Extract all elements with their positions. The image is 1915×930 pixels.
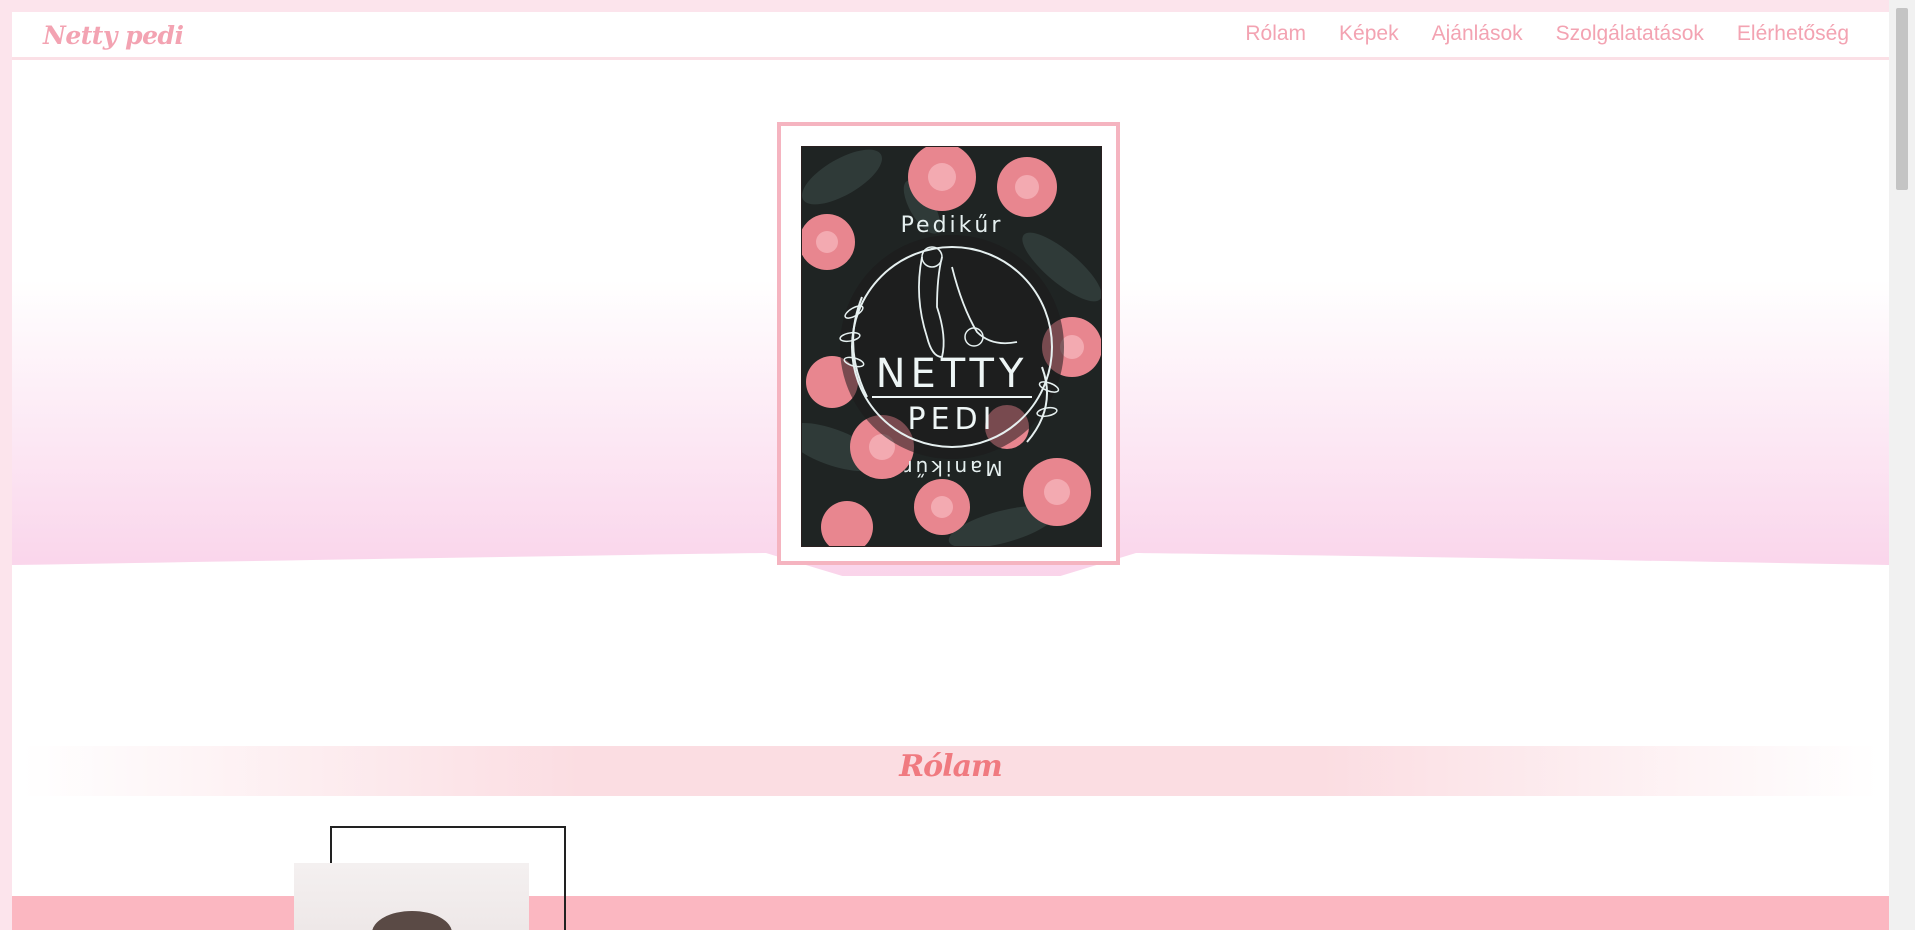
page: Netty pedi Rólam Képek Ajánlások Szolgál… — [12, 12, 1889, 930]
main-nav: Rólam Képek Ajánlások Szolgálatatások El… — [1245, 22, 1849, 46]
navbar: Netty pedi Rólam Képek Ajánlások Szolgál… — [12, 12, 1889, 60]
logo-name-sub: PEDI — [908, 402, 997, 437]
nav-link-ajanlasok[interactable]: Ajánlások — [1432, 22, 1523, 46]
logo-name-main: NETTY — [876, 351, 1029, 397]
hero-section: Pedikűr Manikűr NETTY PEDI — [12, 60, 1889, 576]
nav-link-elerhetoseg[interactable]: Elérhetőség — [1737, 22, 1849, 46]
scrollbar-thumb[interactable] — [1896, 8, 1908, 190]
page-scrollbar[interactable] — [1889, 0, 1915, 930]
logo-arc-bottom-text: Manikűr — [901, 456, 1002, 480]
nav-link-kepek[interactable]: Képek — [1339, 22, 1399, 46]
logo-frame: Pedikűr Manikűr NETTY PEDI — [777, 122, 1120, 565]
nav-link-szolgalatatasok[interactable]: Szolgálatatások — [1556, 22, 1704, 46]
brand-logo-link[interactable]: Netty pedi — [43, 21, 184, 50]
netty-pedi-logo-image: Pedikűr Manikűr NETTY PEDI — [801, 146, 1102, 547]
about-section-title: Rólam — [899, 749, 1003, 784]
nav-link-rolam[interactable]: Rólam — [1245, 22, 1306, 46]
about-portrait-photo — [294, 863, 529, 930]
logo-arc-top-text: Pedikűr — [901, 213, 1004, 238]
